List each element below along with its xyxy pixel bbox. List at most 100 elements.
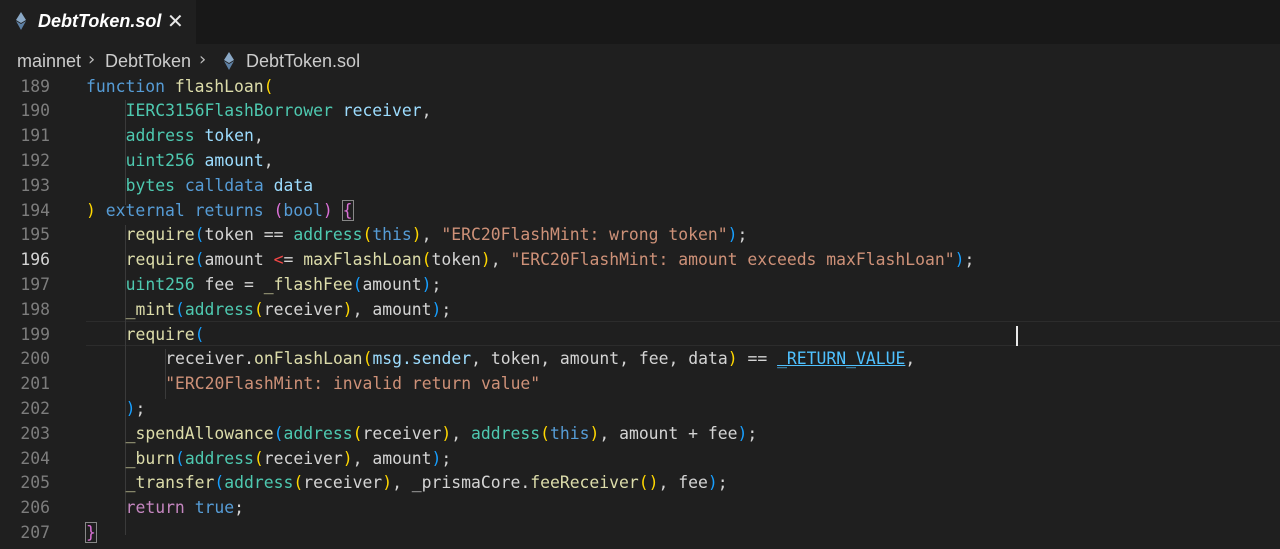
code-token: address: [471, 423, 541, 443]
code-line[interactable]: 204 _burn(address(receiver), amount);: [0, 447, 1280, 472]
code-text: receiver.onFlashLoan(msg.sender, token, …: [165, 347, 915, 372]
line-number: 196: [20, 250, 50, 270]
code-token: ;: [717, 473, 728, 493]
tab-debttoken[interactable]: DebtToken.sol ✕: [0, 0, 196, 44]
code-token: require: [125, 225, 195, 245]
code-token: ,: [905, 349, 916, 369]
code-token: _flashFee: [263, 274, 353, 294]
code-token: ): [431, 448, 442, 468]
line-number: 195: [20, 225, 50, 245]
code-line[interactable]: 190 IERC3156FlashBorrower receiver,: [0, 99, 1280, 124]
code-token: ,: [490, 250, 511, 270]
code-token: _transfer: [125, 473, 215, 493]
code-line[interactable]: 189 function flashLoan(: [0, 75, 1280, 100]
close-icon[interactable]: ✕: [167, 10, 184, 32]
code-token: , token, amount, fee, data: [471, 349, 728, 369]
code-token: (: [253, 299, 264, 319]
code-token: address: [184, 448, 254, 468]
code-token: true: [194, 498, 235, 518]
breadcrumb-item-file[interactable]: DebtToken.sol: [246, 51, 360, 72]
code-token: external: [105, 200, 185, 220]
code-token: returns: [194, 200, 264, 220]
code-token: ): [342, 448, 353, 468]
code-token: _RETURN_VALUE: [777, 349, 906, 369]
code-token: maxFlashLoan: [303, 250, 422, 270]
code-line[interactable]: 191 address token,: [0, 124, 1280, 149]
line-number: 190: [20, 101, 50, 121]
solidity-file-icon: [16, 12, 26, 30]
line-number: 199: [20, 324, 50, 344]
code-token: ;: [747, 423, 758, 443]
code-text: uint256 amount,: [126, 149, 274, 174]
code-token: , fee: [658, 473, 708, 493]
code-token: (: [362, 225, 373, 245]
code-token: "ERC20FlashMint: wrong token": [441, 225, 728, 245]
code-line[interactable]: 195 require(token == address(this), "ERC2…: [0, 223, 1280, 248]
code-token: (: [263, 76, 274, 96]
breadcrumb-item-mainnet[interactable]: mainnet: [17, 51, 81, 72]
code-line[interactable]: 202);: [0, 397, 1280, 422]
code-text: _burn(address(receiver), amount);: [126, 447, 452, 472]
code-text: require(amount <= maxFlashLoan(token), "…: [126, 248, 975, 273]
code-line[interactable]: 205 _transfer(address(receiver), _prismaC…: [0, 471, 1280, 496]
code-token: (: [174, 448, 185, 468]
tab-bar: DebtToken.sol ✕: [0, 0, 1280, 44]
code-token: ): [480, 250, 491, 270]
code-text: ) external returns (bool) {: [86, 199, 354, 224]
code-line[interactable]: 199 require(: [0, 323, 1280, 348]
code-token: (: [362, 349, 373, 369]
code-token: function: [86, 76, 165, 96]
code-editor[interactable]: 189 function flashLoan(190 IERC3156FlashBo…: [0, 76, 1280, 549]
code-token: , _prismaCore.: [392, 473, 531, 493]
code-token: , amount + fee: [599, 423, 738, 443]
code-token: ,: [253, 126, 264, 146]
code-token: (: [194, 324, 205, 344]
chevron-right-icon: ›: [88, 49, 96, 70]
code-token: ;: [135, 398, 146, 418]
code-line[interactable]: 197 uint256 fee = _flashFee(amount);: [0, 273, 1280, 298]
code-token: receiver: [362, 423, 442, 443]
code-token: address: [283, 423, 353, 443]
code-text: }: [85, 521, 97, 546]
code-token: ): [589, 423, 600, 443]
code-line[interactable]: 193 bytes calldata data: [0, 174, 1280, 199]
code-line[interactable]: 200 receiver.onFlashLoan(msg.sender, toke…: [0, 347, 1280, 372]
code-token: (: [352, 274, 363, 294]
code-line[interactable]: 201 "ERC20FlashMint: invalid return value…: [0, 372, 1280, 397]
code-text: require(token == address(this), "ERC20Fl…: [126, 223, 748, 248]
code-token: ): [737, 423, 748, 443]
code-text: IERC3156FlashBorrower receiver,: [126, 99, 432, 124]
code-line[interactable]: 192 uint256 amount,: [0, 149, 1280, 174]
code-token: ): [727, 349, 738, 369]
code-token: token: [204, 126, 254, 146]
code-line[interactable]: 196 require(amount <= maxFlashLoan(token)…: [0, 248, 1280, 273]
code-line[interactable]: 203 _spendAllowance(address(receiver), ad…: [0, 422, 1280, 447]
code-token: address: [184, 299, 254, 319]
code-text: function flashLoan(: [86, 75, 274, 100]
code-token: flashLoan: [174, 76, 264, 96]
code-token: (: [253, 448, 264, 468]
code-token: address: [224, 473, 294, 493]
code-token: =: [283, 250, 304, 270]
code-text: "ERC20FlashMint: invalid return value": [165, 372, 540, 397]
code-text: uint256 fee = _flashFee(amount);: [126, 273, 442, 298]
breadcrumb-item-debttoken[interactable]: DebtToken: [105, 51, 191, 72]
code-token: ): [125, 398, 136, 418]
code-line[interactable]: 194) external returns (bool) {: [0, 199, 1280, 224]
line-number: 198: [20, 299, 50, 319]
chevron-right-icon: ›: [199, 49, 207, 70]
code-line[interactable]: 207}: [0, 521, 1280, 546]
code-token: (: [273, 200, 284, 220]
code-token: ,: [451, 423, 472, 443]
code-token: (: [194, 250, 205, 270]
code-token: feeReceiver: [530, 473, 639, 493]
code-line[interactable]: 206 return true;: [0, 496, 1280, 521]
code-token: (: [174, 299, 185, 319]
code-token: bytes: [125, 175, 175, 195]
code-line[interactable]: 198 _mint(address(receiver), amount);: [0, 298, 1280, 323]
code-token: amount: [362, 274, 422, 294]
